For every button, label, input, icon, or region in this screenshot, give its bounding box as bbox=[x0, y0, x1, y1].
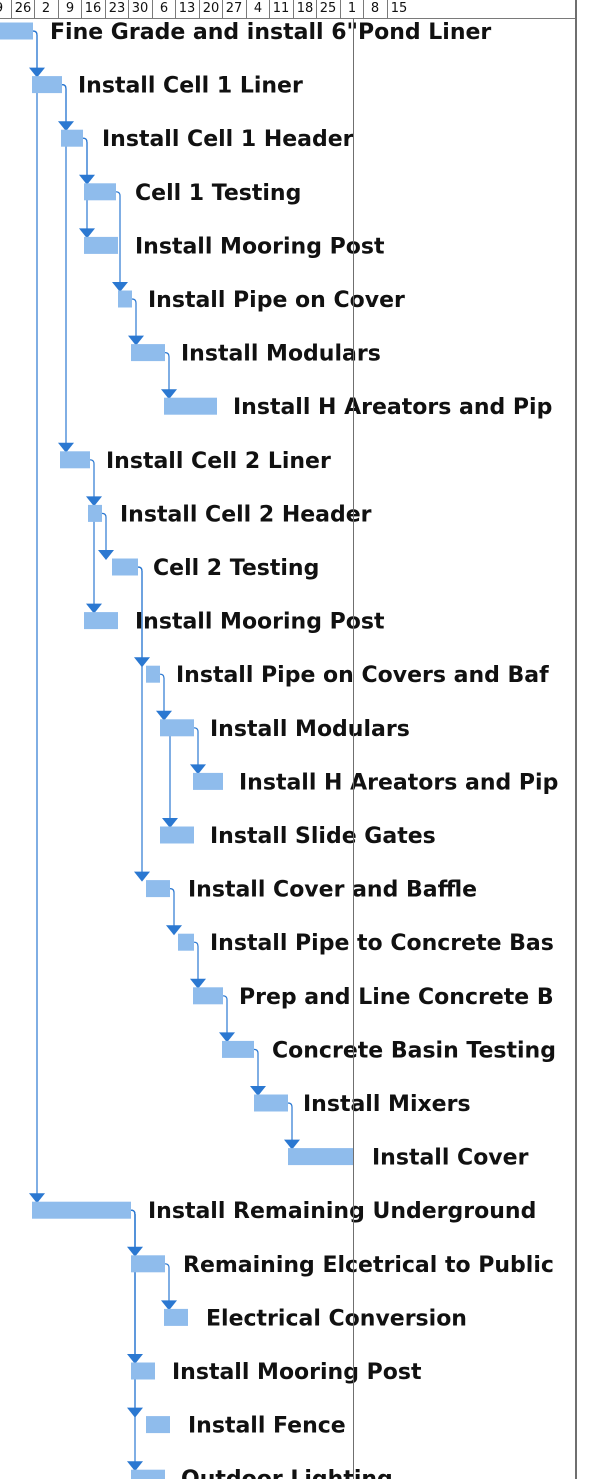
task-bar[interactable] bbox=[178, 933, 194, 951]
task-label: Concrete Basin Testing bbox=[272, 1038, 556, 1063]
task-bar[interactable] bbox=[88, 504, 102, 522]
task-label: Install Pipe to Concrete Bas bbox=[210, 931, 554, 956]
task-bar[interactable] bbox=[60, 451, 90, 469]
timescale-date-label: 2 bbox=[41, 1, 51, 16]
task-label: Cell 2 Testing bbox=[153, 556, 319, 581]
dependency-line bbox=[222, 995, 228, 1034]
dependency-line bbox=[193, 941, 199, 980]
timescale-date-label: 27 bbox=[225, 1, 243, 16]
timescale-date-label: 1 bbox=[347, 1, 357, 16]
task-bar[interactable] bbox=[164, 1308, 188, 1326]
task-bar[interactable] bbox=[84, 612, 118, 630]
timescale-date-label: 16 bbox=[84, 1, 102, 16]
task-label: Install H Areators and Pip bbox=[239, 770, 558, 795]
task-label: Remaining Elcetrical to Public bbox=[183, 1253, 554, 1278]
task-bar[interactable] bbox=[32, 76, 62, 94]
task-bar[interactable] bbox=[131, 344, 165, 362]
task-bar[interactable] bbox=[222, 1040, 254, 1058]
timescale-date-label: 20 bbox=[202, 1, 220, 16]
dependency-line bbox=[131, 298, 137, 337]
timescale-date-label: 13 bbox=[178, 1, 196, 16]
task-bar[interactable] bbox=[254, 1094, 288, 1112]
task-label: Install Pipe on Covers and Baf bbox=[176, 663, 549, 688]
timescale-date-label: 11 bbox=[272, 1, 290, 16]
task-label: Install Modulars bbox=[210, 717, 410, 742]
task-bar[interactable] bbox=[112, 558, 138, 576]
task-bar[interactable] bbox=[288, 1148, 354, 1166]
timescale-date-label: 25 bbox=[319, 1, 337, 16]
dependency-line bbox=[164, 352, 170, 391]
gantt-chart: Fine Grade and install 6"Pond Liner Insta… bbox=[0, 20, 558, 1479]
dependency-line bbox=[32, 30, 38, 1195]
timescale-date-label: 8 bbox=[370, 1, 380, 16]
task-label: Prep and Line Concrete B bbox=[239, 985, 554, 1010]
dependency-line bbox=[193, 727, 199, 766]
dependency-line bbox=[287, 1102, 293, 1141]
timescale-gridline bbox=[353, 18, 354, 1479]
chart-right-border bbox=[575, 0, 577, 1479]
task-label: Install Slide Gates bbox=[210, 824, 436, 849]
task-label: Install Mooring Post bbox=[172, 1360, 422, 1385]
dependency-line bbox=[89, 459, 95, 498]
task-label: Outdoor Lighting bbox=[181, 1467, 393, 1479]
task-label: Cell 1 Testing bbox=[135, 181, 301, 206]
timescale-date-label: 4 bbox=[253, 1, 263, 16]
timescale-date-label: 30 bbox=[131, 1, 149, 16]
task-bar[interactable] bbox=[0, 22, 33, 40]
task-bar[interactable] bbox=[32, 1201, 131, 1219]
task-bar[interactable] bbox=[146, 665, 160, 683]
task-label: Install Cell 1 Liner bbox=[78, 74, 303, 99]
timescale-header: 92629162330613202741118251815 bbox=[0, 0, 575, 19]
task-label: Install Cover and Baffle bbox=[188, 878, 477, 903]
task-label: Install H Areators and Pip bbox=[233, 395, 552, 420]
task-bar[interactable] bbox=[84, 183, 116, 201]
task-bar[interactable] bbox=[193, 772, 223, 790]
timescale-date-label: 23 bbox=[108, 1, 126, 16]
task-bar[interactable] bbox=[193, 987, 223, 1005]
timescale-date-label: 26 bbox=[14, 1, 32, 16]
task-bar[interactable] bbox=[131, 1255, 165, 1273]
task-bar[interactable] bbox=[61, 129, 83, 147]
task-label: Install Fence bbox=[188, 1414, 346, 1439]
task-label: Install Remaining Underground bbox=[148, 1199, 536, 1224]
task-label: Install Cover bbox=[372, 1146, 529, 1171]
task-bar[interactable] bbox=[118, 290, 132, 308]
task-label: Install Cell 1 Header bbox=[102, 127, 354, 152]
task-label: Install Pipe on Cover bbox=[148, 288, 405, 313]
dependency-line bbox=[101, 512, 107, 551]
dependency-line bbox=[169, 888, 175, 927]
task-label: Install Modulars bbox=[181, 342, 381, 367]
task-bar[interactable] bbox=[146, 1416, 170, 1434]
task-label: Install Cell 2 Header bbox=[120, 502, 372, 527]
task-bar[interactable] bbox=[131, 1469, 165, 1479]
task-bar[interactable] bbox=[164, 397, 217, 415]
task-label: Electrical Conversion bbox=[206, 1306, 467, 1331]
timescale-date-label: 15 bbox=[390, 1, 408, 16]
dependency-line bbox=[159, 673, 165, 712]
dependency-line bbox=[164, 1263, 170, 1302]
task-label: Install Cell 2 Liner bbox=[106, 449, 331, 474]
timescale-date-label: 18 bbox=[296, 1, 314, 16]
task-label: Fine Grade and install 6"Pond Liner bbox=[50, 20, 491, 45]
dependency-line bbox=[253, 1048, 259, 1087]
task-label: Install Mooring Post bbox=[135, 234, 385, 259]
task-bar[interactable] bbox=[84, 236, 118, 254]
task-label: Install Mooring Post bbox=[135, 610, 385, 635]
timescale-date-label: 9 bbox=[0, 0, 11, 18]
task-bar[interactable] bbox=[146, 880, 170, 898]
task-bar[interactable] bbox=[160, 719, 194, 737]
timescale-date-label: 6 bbox=[159, 1, 169, 16]
task-labels: Fine Grade and install 6"Pond Liner Insta… bbox=[50, 20, 558, 1479]
timescale-date-label: 9 bbox=[65, 1, 75, 16]
task-bar[interactable] bbox=[160, 826, 194, 844]
task-bar[interactable] bbox=[131, 1362, 155, 1380]
task-label: Install Mixers bbox=[303, 1092, 471, 1117]
dependency-arrow-icon bbox=[98, 550, 114, 560]
